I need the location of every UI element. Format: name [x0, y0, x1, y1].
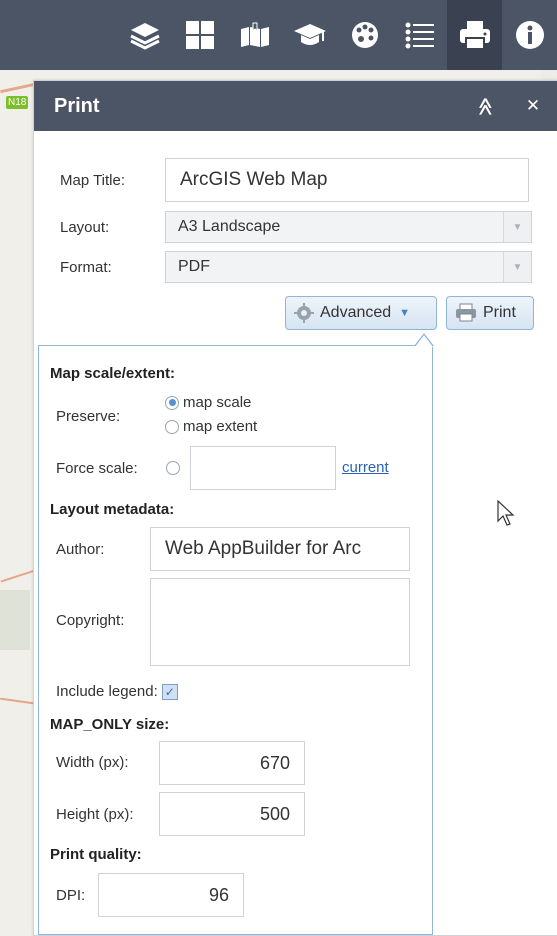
about-widget-button[interactable] — [282, 0, 337, 70]
dropdown-arrow-icon: ▼ — [503, 212, 531, 242]
map-scale-option[interactable]: map scale — [165, 394, 251, 411]
panel-header: Print ≫ ✕ — [34, 81, 557, 131]
format-select[interactable]: PDF ▼ — [165, 251, 532, 283]
legend-list-icon — [405, 22, 434, 49]
print-button-label: Print — [483, 304, 516, 321]
popup-pointer-fill — [415, 335, 433, 347]
mouse-cursor-icon — [497, 500, 515, 526]
map-scale-radio[interactable] — [165, 395, 179, 410]
advanced-options-popup: Map scale/extent: Preserve: map scale ma… — [38, 345, 433, 935]
layout-select[interactable]: A3 Landscape ▼ — [165, 211, 532, 243]
copyright-label: Copyright: — [56, 612, 125, 629]
map-only-size-heading: MAP_ONLY size: — [50, 716, 170, 733]
include-legend-checkbox[interactable]: ✓ — [161, 683, 178, 700]
force-scale-label: Force scale: — [56, 460, 138, 477]
dropdown-arrow-icon: ▼ — [503, 252, 531, 282]
map-road — [0, 569, 36, 583]
collapse-button[interactable]: ≫ — [461, 81, 509, 131]
basemap-widget-button[interactable] — [172, 0, 227, 70]
height-label: Height (px): — [56, 806, 134, 823]
education-icon — [293, 24, 326, 45]
map-title-label: Map Title: — [60, 171, 126, 189]
close-icon: ✕ — [525, 96, 541, 115]
author-label: Author: — [56, 541, 105, 558]
layout-label: Layout: — [60, 218, 110, 236]
include-legend-label: Include legend: — [56, 683, 158, 700]
format-label: Format: — [60, 258, 112, 276]
info-icon — [515, 21, 544, 49]
width-label: Width (px): — [56, 754, 129, 771]
map-title-input[interactable]: ArcGIS Web Map — [165, 158, 529, 202]
dpi-label: DPI: — [56, 887, 86, 904]
road-label: N18 — [6, 96, 29, 109]
map-extent-label: map extent — [183, 418, 258, 435]
format-selected-value: PDF — [178, 258, 210, 275]
double-chevron-up-icon: ≫ — [474, 96, 495, 116]
map-road — [0, 697, 34, 705]
print-widget-button[interactable] — [447, 0, 502, 70]
layout-metadata-heading: Layout metadata: — [50, 501, 175, 518]
map-park-area — [0, 590, 30, 650]
info-widget-button[interactable] — [502, 0, 557, 70]
chevron-down-icon: ▼ — [399, 307, 411, 319]
legend-widget-button[interactable] — [392, 0, 447, 70]
printer-icon — [456, 303, 476, 322]
dpi-input[interactable]: 96 — [98, 873, 244, 917]
widget-toolbar — [0, 0, 557, 70]
scale-extent-heading: Map scale/extent: — [50, 365, 176, 382]
author-input[interactable]: Web AppBuilder for Arc — [150, 527, 410, 571]
style-widget-button[interactable] — [337, 0, 392, 70]
copyright-textarea[interactable] — [150, 578, 410, 666]
height-input[interactable]: 500 — [159, 792, 305, 836]
layout-selected-value: A3 Landscape — [178, 218, 281, 235]
layers-icon — [129, 23, 160, 50]
map-scale-label: map scale — [183, 394, 252, 411]
print-quality-heading: Print quality: — [50, 846, 142, 863]
gear-icon — [294, 303, 314, 323]
close-button[interactable]: ✕ — [509, 81, 557, 131]
width-input[interactable]: 670 — [159, 741, 305, 785]
map-extent-radio[interactable] — [165, 419, 179, 434]
basemap-grid-icon — [185, 21, 214, 49]
print-button[interactable]: Print — [446, 296, 534, 330]
layers-widget-button[interactable] — [117, 0, 172, 70]
print-icon — [459, 21, 490, 50]
include-legend-row: Include legend: ✓ — [56, 683, 178, 700]
force-scale-radio[interactable] — [166, 461, 180, 475]
current-scale-link[interactable]: current — [342, 459, 389, 476]
advanced-button[interactable]: Advanced ▼ — [285, 296, 437, 330]
bookmark-icon — [240, 22, 269, 47]
bookmark-widget-button[interactable] — [227, 0, 282, 70]
force-scale-input[interactable] — [190, 446, 336, 490]
map-extent-option[interactable]: map extent — [165, 418, 257, 435]
panel-title: Print — [54, 94, 100, 117]
palette-icon — [351, 22, 378, 48]
preserve-label: Preserve: — [56, 408, 121, 425]
advanced-button-label: Advanced — [320, 304, 392, 321]
